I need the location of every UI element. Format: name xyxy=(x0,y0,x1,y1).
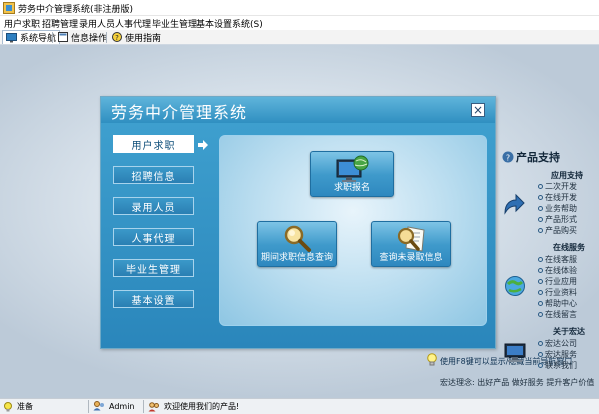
link-online-trial[interactable]: 在线体验 xyxy=(538,265,577,276)
link-business-help[interactable]: 业务帮助 xyxy=(538,203,577,214)
link-hongda-company[interactable]: 宏达公司 xyxy=(538,338,577,349)
arrow-forward-icon xyxy=(504,193,525,215)
close-button[interactable]: × xyxy=(471,103,485,117)
arrow-right-icon xyxy=(198,140,208,150)
menu-bar: 用户求职 招聘管理 录用人员 人事代理 毕业生管理 基本设置 系统(S) xyxy=(0,16,599,30)
product-support: ? 产品支持 应用支持 二次开发 在线开发 业务帮助 产品形式 产品购买 在线服… xyxy=(440,145,599,398)
tile-query-unhired-label: 查询未录取信息 xyxy=(379,253,443,263)
help-circle-icon: ? xyxy=(502,151,514,163)
status-bar: 准备 Admin 欢迎使用我们的产品! xyxy=(0,398,599,414)
nav-recruitment-info[interactable]: 招聘信息 xyxy=(113,166,194,184)
tile-query-unhired[interactable]: 查询未录取信息 xyxy=(371,221,451,267)
link-product-forms[interactable]: 产品形式 xyxy=(538,214,577,225)
status-divider xyxy=(88,400,89,413)
menu-hired-staff[interactable]: 录用人员 xyxy=(79,17,115,30)
link-industry-materials[interactable]: 行业资料 xyxy=(538,287,577,298)
nav-basic-settings[interactable]: 基本设置 xyxy=(113,290,194,308)
tab-info-operations-label: 信息操作 xyxy=(71,33,108,44)
link-secondary-development[interactable]: 二次开发 xyxy=(538,181,577,192)
lightbulb-icon xyxy=(4,401,12,411)
lightbulb-icon xyxy=(427,353,437,366)
users-icon xyxy=(148,401,159,411)
link-online-support[interactable]: 在线客服 xyxy=(538,254,577,265)
toolbar-separator xyxy=(52,32,53,43)
svg-text:?: ? xyxy=(115,34,119,42)
tile-job-registration-label: 求职报名 xyxy=(333,183,370,193)
globe-refresh-icon xyxy=(505,276,525,296)
tab-info-operations[interactable]: 信息操作 xyxy=(58,30,107,44)
section-title-online-service: 在线服务 xyxy=(553,243,585,252)
monitor-icon xyxy=(6,32,17,42)
section-title-about-hongda: 关于宏达 xyxy=(553,327,585,336)
company-motto: 宏达理念: 出好产品 做好服务 提升客户价值 xyxy=(440,378,595,387)
help-icon: ? xyxy=(112,32,122,42)
document-icon xyxy=(58,32,68,42)
menu-hr-agency[interactable]: 人事代理 xyxy=(115,17,151,30)
tile-period-job-query[interactable]: 期间求职信息查询 xyxy=(257,221,337,267)
nav-graduate-management[interactable]: 毕业生管理 xyxy=(113,259,194,277)
link-online-development[interactable]: 在线开发 xyxy=(538,192,577,203)
menu-system[interactable]: 系统(S) xyxy=(232,17,263,30)
tile-period-job-query-label: 期间求职信息查询 xyxy=(260,253,333,263)
nav-hired-staff[interactable]: 录用人员 xyxy=(113,197,194,215)
close-icon: × xyxy=(472,103,484,117)
content-area: 求职报名 期间求职信息查询 查询未录取信息 xyxy=(219,135,487,326)
link-hongda-services[interactable]: 宏达服务 xyxy=(538,349,577,360)
section-title-app-support: 应用支持 xyxy=(551,171,583,180)
toolbar: 系统导航 信息操作 ? 使用指南 xyxy=(0,30,599,45)
user-icon xyxy=(93,401,104,411)
tab-user-guide[interactable]: ? 使用指南 xyxy=(112,30,161,44)
menu-graduates[interactable]: 毕业生管理 xyxy=(152,17,197,30)
menu-recruitment[interactable]: 招聘管理 xyxy=(42,17,78,30)
app-icon xyxy=(3,2,15,14)
status-welcome-text: 欢迎使用我们的产品! xyxy=(164,402,240,411)
nav-job-seeking[interactable]: 用户求职 xyxy=(113,135,194,153)
status-welcome: 欢迎使用我们的产品! xyxy=(148,401,239,412)
workspace: 劳务中介管理系统 × 用户求职 招聘信息 录用人员 人事代理 毕业生管理 基本设… xyxy=(0,45,599,398)
status-ready: 准备 xyxy=(3,401,33,412)
link-product-purchase[interactable]: 产品购买 xyxy=(538,225,577,236)
support-title: 产品支持 xyxy=(516,151,560,164)
nav-hr-agency[interactable]: 人事代理 xyxy=(113,228,194,246)
window-title: 劳务中介管理系统(非注册版) xyxy=(18,5,134,15)
panel-header: 劳务中介管理系统 × xyxy=(101,97,495,123)
menu-basic-settings[interactable]: 基本设置 xyxy=(196,17,232,30)
link-online-message[interactable]: 在线留言 xyxy=(538,309,577,320)
link-contact-us[interactable]: 联系我们 xyxy=(538,360,577,371)
panel-body: 用户求职 招聘信息 录用人员 人事代理 毕业生管理 基本设置 求职报名 期间求职… xyxy=(101,123,572,366)
tab-system-nav-label: 系统导航 xyxy=(20,34,57,44)
tab-user-guide-label: 使用指南 xyxy=(125,33,162,44)
navigation-panel: 劳务中介管理系统 × 用户求职 招聘信息 录用人员 人事代理 毕业生管理 基本设… xyxy=(100,96,572,366)
status-divider xyxy=(143,400,144,413)
tile-job-registration[interactable]: 求职报名 xyxy=(310,151,394,197)
toolbar-separator xyxy=(106,32,107,43)
menu-job-seeking[interactable]: 用户求职 xyxy=(4,17,40,30)
link-industry-applications[interactable]: 行业应用 xyxy=(538,276,577,287)
computer-icon xyxy=(504,343,526,362)
status-user-text: Admin xyxy=(109,401,135,411)
panel-title: 劳务中介管理系统 xyxy=(111,103,248,122)
title-bar: 劳务中介管理系统(非注册版) xyxy=(0,0,599,16)
link-help-center[interactable]: 帮助中心 xyxy=(538,298,577,309)
status-ready-text: 准备 xyxy=(17,402,33,411)
status-user: Admin xyxy=(93,401,135,411)
svg-text:?: ? xyxy=(506,153,510,162)
